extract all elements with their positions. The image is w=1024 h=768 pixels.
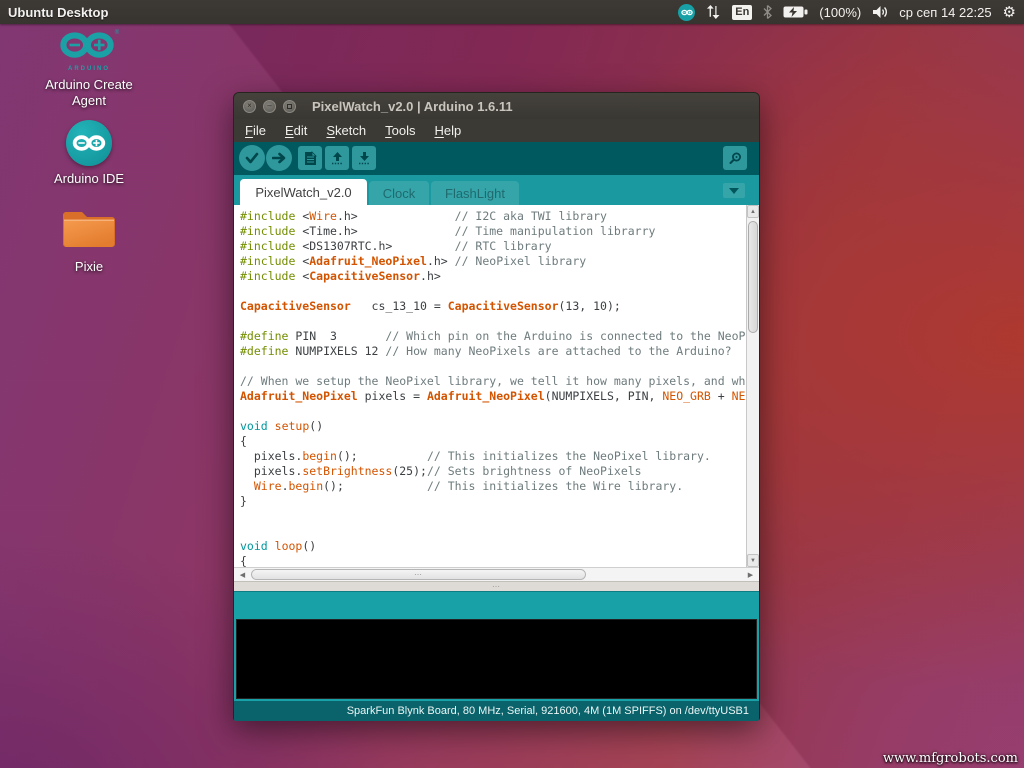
scroll-up-button[interactable]: ▲ xyxy=(747,205,759,218)
board-status-bar: SparkFun Blynk Board, 80 MHz, Serial, 92… xyxy=(234,701,759,721)
desktop-icon-label: Pixie xyxy=(33,259,145,275)
open-sketch-button[interactable] xyxy=(325,146,349,170)
toolbar xyxy=(234,142,759,175)
code-line[interactable]: // When we setup the NeoPixel library, w… xyxy=(240,374,746,389)
code-line[interactable]: #include <Wire.h> // I2C aka TWI library xyxy=(240,209,746,224)
arduino-wordmark: ARDUINO xyxy=(24,66,154,72)
code-line[interactable]: #define PIN 3 // Which pin on the Arduin… xyxy=(240,329,746,344)
tab-pixelwatch[interactable]: PixelWatch_v2.0 xyxy=(240,179,367,205)
new-sketch-button[interactable] xyxy=(298,146,322,170)
menu-file[interactable]: File xyxy=(245,123,266,138)
system-tray: En (100%) ср сеп 14 22:25 ⚙ xyxy=(678,4,1024,21)
window-maximize-button[interactable] xyxy=(283,100,296,113)
menu-help[interactable]: Help xyxy=(434,123,461,138)
code-line[interactable]: CapacitiveSensor cs_13_10 = CapacitiveSe… xyxy=(240,299,746,314)
vertical-scrollbar-thumb[interactable] xyxy=(748,221,758,333)
code-line[interactable]: #define NUMPIXELS 12 // How many NeoPixe… xyxy=(240,344,746,359)
keyboard-layout-indicator[interactable]: En xyxy=(732,5,752,20)
code-line[interactable] xyxy=(240,359,746,374)
editor-console-splitter[interactable]: ⋯ xyxy=(234,581,759,591)
arduino-ide-window: × – PixelWatch_v2.0 | Arduino 1.6.11 Fil… xyxy=(233,92,760,720)
desktop-icon-arduino-create-agent[interactable]: ® ARDUINO Arduino Create Agent xyxy=(24,30,154,109)
code-line[interactable] xyxy=(240,524,746,539)
scroll-left-button[interactable]: ◀ xyxy=(236,568,249,581)
code-line[interactable]: Adafruit_NeoPixel pixels = Adafruit_NeoP… xyxy=(240,389,746,404)
code-editor[interactable]: #include <Wire.h> // I2C aka TWI library… xyxy=(234,205,759,567)
serial-monitor-button[interactable] xyxy=(723,146,747,170)
tab-flashlight[interactable]: FlashLight xyxy=(431,181,519,205)
code-line[interactable]: #include <DS1307RTC.h> // RTC library xyxy=(240,239,746,254)
arduino-ide-icon xyxy=(66,120,112,166)
console-output xyxy=(236,619,757,699)
battery-percent-label: (100%) xyxy=(819,5,861,20)
network-updown-icon[interactable] xyxy=(706,5,721,19)
horizontal-scrollbar-thumb[interactable]: ⋯ xyxy=(251,569,586,580)
desktop-icon-label: Arduino IDE xyxy=(33,171,145,187)
code-line[interactable]: #include <Adafruit_NeoPixel.h> // NeoPix… xyxy=(240,254,746,269)
arduino-tray-icon[interactable] xyxy=(678,4,695,21)
tab-clock[interactable]: Clock xyxy=(369,181,429,205)
folder-icon xyxy=(24,205,154,254)
clock-label[interactable]: ср сеп 14 22:25 xyxy=(899,5,991,20)
active-app-title: Ubuntu Desktop xyxy=(8,5,108,20)
menu-tools[interactable]: Tools xyxy=(385,123,415,138)
battery-icon[interactable] xyxy=(783,6,808,18)
scroll-down-button[interactable]: ▼ xyxy=(747,554,759,567)
registered-mark: ® xyxy=(115,30,119,36)
code-line[interactable]: #include <CapacitiveSensor.h> xyxy=(240,269,746,284)
menu-sketch[interactable]: Sketch xyxy=(326,123,366,138)
arduino-create-agent-icon: ® ARDUINO xyxy=(24,30,154,72)
upload-button[interactable] xyxy=(266,145,292,171)
watermark: www.mfgrobots.com xyxy=(883,751,1018,766)
menu-edit[interactable]: Edit xyxy=(285,123,307,138)
session-gear-icon[interactable]: ⚙ xyxy=(1003,5,1016,20)
menu-bar: File Edit Sketch Tools Help xyxy=(234,119,759,142)
code-line[interactable]: Wire.begin(); // This initializes the Wi… xyxy=(240,479,746,494)
window-close-button[interactable]: × xyxy=(243,100,256,113)
code-area[interactable]: #include <Wire.h> // I2C aka TWI library… xyxy=(240,209,746,567)
volume-icon[interactable] xyxy=(872,5,888,19)
code-line[interactable]: #include <Time.h> // Time manipulation l… xyxy=(240,224,746,239)
scroll-right-button[interactable]: ▶ xyxy=(744,568,757,581)
window-titlebar[interactable]: × – PixelWatch_v2.0 | Arduino 1.6.11 xyxy=(234,93,759,119)
code-line[interactable]: } xyxy=(240,494,746,509)
desktop-icon-label: Arduino Create Agent xyxy=(33,77,145,109)
desktop-icon-pixie[interactable]: Pixie xyxy=(24,205,154,275)
bluetooth-icon[interactable] xyxy=(763,5,772,19)
code-line[interactable]: void loop() xyxy=(240,539,746,554)
code-line[interactable]: pixels.begin(); // This initializes the … xyxy=(240,449,746,464)
tab-dropdown-button[interactable] xyxy=(723,183,745,198)
chevron-down-icon xyxy=(729,188,739,194)
verify-button[interactable] xyxy=(239,145,265,171)
code-line[interactable]: { xyxy=(240,434,746,449)
horizontal-scrollbar[interactable]: ◀ ⋯ ▶ xyxy=(234,567,759,581)
top-panel: Ubuntu Desktop En (100%) xyxy=(0,0,1024,24)
code-line[interactable]: void setup() xyxy=(240,419,746,434)
save-sketch-button[interactable] xyxy=(352,146,376,170)
code-line[interactable] xyxy=(240,314,746,329)
code-line[interactable] xyxy=(240,509,746,524)
desktop-icon-arduino-ide[interactable]: Arduino IDE xyxy=(24,120,154,187)
sketch-tab-bar: PixelWatch_v2.0 Clock FlashLight xyxy=(234,175,759,205)
code-line[interactable]: { xyxy=(240,554,746,567)
window-title: PixelWatch_v2.0 | Arduino 1.6.11 xyxy=(312,99,513,114)
code-line[interactable] xyxy=(240,284,746,299)
code-line[interactable] xyxy=(240,404,746,419)
code-line[interactable]: pixels.setBrightness(25);// Sets brightn… xyxy=(240,464,746,479)
window-minimize-button[interactable]: – xyxy=(263,100,276,113)
vertical-scrollbar[interactable]: ▲ ▼ xyxy=(746,205,759,567)
